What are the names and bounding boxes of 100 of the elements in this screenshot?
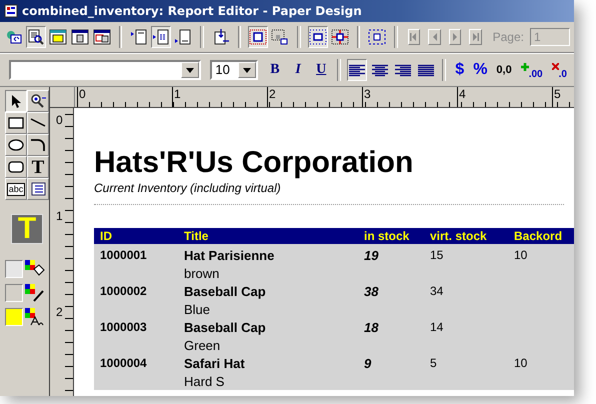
rectangle-icon	[7, 115, 25, 131]
window-icon	[71, 29, 89, 45]
memo-tool[interactable]	[27, 178, 49, 200]
table-cell-text: 1000001	[99, 248, 148, 262]
ellipse-icon	[7, 137, 25, 153]
font-color-icon[interactable]	[25, 308, 45, 326]
ruler-label: 0	[56, 114, 63, 126]
align-justify-icon	[417, 63, 436, 77]
table-cell-text: Blue	[184, 302, 212, 316]
frame-icon	[249, 29, 268, 45]
fill-color-swatch[interactable]	[5, 260, 23, 278]
right-arrow-icon	[470, 32, 480, 42]
table-cell-text: 15	[430, 248, 444, 262]
text-tool[interactable]: T	[27, 156, 49, 178]
table-cell-text: 1000003	[99, 320, 148, 334]
pen-icon[interactable]	[25, 284, 45, 302]
report-subtitle: Current Inventory (including virtual)	[94, 181, 282, 195]
dropdown-arrow-icon	[242, 68, 251, 72]
report-title: Hats'R'Us Corporation	[94, 146, 414, 180]
italic-button[interactable]: I	[288, 59, 308, 81]
page-label: Page:	[492, 30, 524, 44]
cross-icon	[552, 63, 559, 70]
line-tool[interactable]	[27, 112, 49, 134]
page-bottom-icon	[174, 29, 192, 45]
shadow-icon	[271, 29, 290, 45]
table-cell-text: 19	[364, 248, 380, 262]
ruler-label: 2	[56, 306, 63, 318]
rounded-rectangle-icon	[7, 159, 25, 175]
frame-button[interactable]	[248, 26, 268, 48]
detail-button[interactable]	[151, 26, 172, 48]
dropdown-arrow-icon	[186, 68, 194, 72]
preview-button[interactable]	[26, 26, 46, 48]
add-decimal-button[interactable]: .00	[518, 59, 546, 81]
font-dropdown[interactable]	[9, 60, 202, 80]
align-left-icon	[348, 63, 366, 77]
dotted-frame-icon	[308, 29, 327, 45]
percent-button[interactable]: %	[470, 59, 490, 81]
align-center-icon	[371, 63, 390, 77]
table-cell-text: 18	[364, 320, 380, 334]
font-size-dropdown[interactable]: 10	[210, 60, 258, 80]
table-cell-text: 1000004	[99, 356, 148, 370]
table-cell-text: 34	[430, 284, 444, 298]
list-icon	[29, 181, 47, 197]
align-left-button[interactable]	[347, 59, 368, 81]
table-cell-text: 9	[364, 356, 372, 370]
field-tool[interactable]: abc	[5, 178, 27, 200]
window-icon	[49, 29, 67, 45]
crosshair-icon	[330, 29, 349, 45]
table-cell-text: Baseball Cap	[184, 284, 267, 298]
ruler-label: 5	[554, 87, 561, 101]
column-header: Title	[184, 229, 210, 243]
ruler-label: 0	[79, 87, 86, 101]
plus-icon	[520, 63, 529, 71]
underline-button[interactable]: U	[311, 59, 332, 81]
table-cell-text: Hat Parisienne	[184, 248, 276, 262]
center-button[interactable]	[308, 26, 328, 48]
arc-tool[interactable]	[27, 134, 49, 156]
table-cell-text: 38	[364, 284, 380, 298]
magnifier-icon	[29, 93, 47, 109]
zoom-tool[interactable]	[27, 90, 49, 112]
table-cell-text: 5	[430, 356, 438, 370]
window-title: combined_inventory: Report Editor - Paper Design	[22, 4, 362, 18]
magnifier-document-icon	[27, 29, 45, 45]
column-header: ID	[99, 229, 113, 243]
table-cell-text: Baseball Cap	[184, 320, 267, 334]
dotted-frame-icon	[368, 29, 386, 45]
line-color-swatch[interactable]	[5, 284, 23, 302]
bold-button[interactable]: B	[264, 59, 285, 81]
ruler-label: 4	[459, 87, 466, 101]
table-cell-text: 14	[430, 320, 444, 334]
remove-decimal-button[interactable]: .0	[548, 59, 570, 81]
page-lines-icon	[152, 29, 170, 45]
column-header: in stock	[364, 229, 410, 243]
table-cell-text: Hard S	[184, 374, 226, 388]
arc-icon	[29, 137, 47, 153]
table-cell-text: 10	[514, 248, 528, 262]
column-header: Backord	[514, 229, 564, 243]
page-arrow-icon	[212, 29, 230, 45]
windows-icon	[93, 29, 111, 45]
table-cell-text: Safari Hat	[184, 356, 246, 370]
ruler-label: 1	[174, 87, 181, 101]
table-cell-text: 10	[514, 356, 528, 370]
table-cell-text: Green	[184, 338, 222, 352]
table-cell-text: brown	[184, 266, 220, 280]
ellipse-tool[interactable]	[5, 134, 27, 156]
ruler-label: 1	[56, 210, 63, 222]
column-header: virt. stock	[430, 229, 488, 243]
rounded-tool[interactable]	[5, 156, 27, 178]
text-color-swatch[interactable]	[5, 308, 23, 326]
page-top-icon	[130, 29, 148, 45]
table-cell-text: 1000002	[99, 284, 148, 298]
thousands-button[interactable]: 0,0	[493, 59, 515, 81]
text-color-preview: T	[11, 214, 43, 244]
app-icon	[4, 4, 18, 18]
rectangle-tool[interactable]	[5, 112, 27, 134]
ruler-label: 2	[269, 87, 276, 101]
align-right-icon	[394, 63, 412, 77]
ruler-label: 3	[364, 87, 371, 101]
pointer-tool[interactable]	[5, 90, 27, 112]
currency-button[interactable]: $	[452, 59, 468, 81]
